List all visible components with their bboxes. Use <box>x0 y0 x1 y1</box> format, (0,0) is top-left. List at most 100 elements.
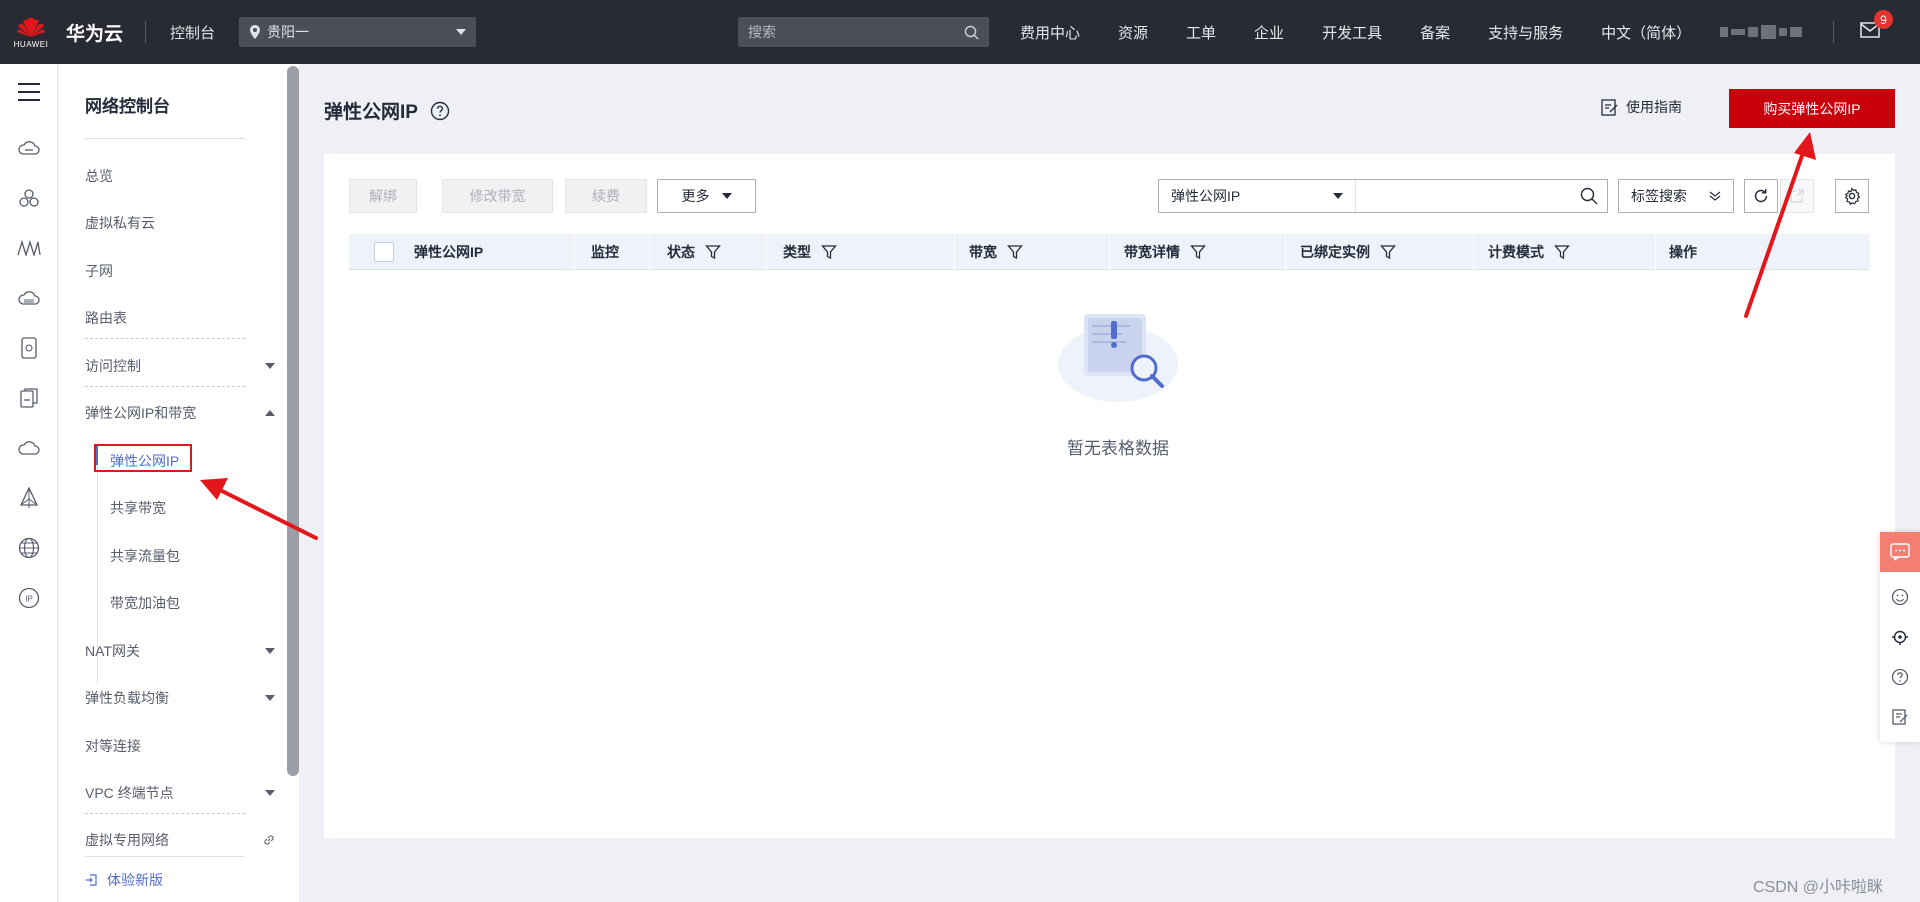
cluster-icon[interactable] <box>15 184 43 212</box>
console-link[interactable]: 控制台 <box>170 22 215 43</box>
select-all-checkbox[interactable] <box>374 242 394 262</box>
sidenav-item-label: 路由表 <box>85 310 127 326</box>
nav-tickets[interactable]: 工单 <box>1186 22 1216 43</box>
filter-funnel-icon[interactable] <box>1380 244 1396 260</box>
column-bandwidth-details: 带宽详情 <box>1124 234 1206 270</box>
cloud-icon[interactable] <box>15 434 43 462</box>
nav-support[interactable]: 支持与服务 <box>1488 22 1563 43</box>
subnav-item-shared-bandwidth[interactable]: 共享带宽 <box>110 498 166 518</box>
region-selector[interactable]: 贵阳一 <box>239 17 477 47</box>
sidenav-item-peering[interactable]: 对等连接 <box>85 736 275 756</box>
customer-service-icon[interactable] <box>1880 617 1920 657</box>
filter-funnel-icon[interactable] <box>821 244 837 260</box>
caret-down-icon <box>265 648 275 654</box>
sidenav-item-nat-gateway[interactable]: NAT网关 <box>85 641 275 661</box>
page-title-text: 弹性公网IP <box>324 102 418 123</box>
globe-icon[interactable] <box>15 534 43 562</box>
nav-billing-center[interactable]: 费用中心 <box>1020 22 1080 43</box>
chat-icon[interactable] <box>1880 532 1920 572</box>
nav-icp[interactable]: 备案 <box>1420 22 1450 43</box>
sidenav-item-label: 子网 <box>85 263 113 279</box>
sidenav-item-eip-bandwidth[interactable]: 弹性公网IP和带宽 <box>85 403 275 423</box>
nav-enterprise[interactable]: 企业 <box>1254 22 1284 43</box>
logo-text: HUAWEI <box>13 39 49 49</box>
unbind-button[interactable]: 解绑 <box>349 179 417 213</box>
settings-button[interactable] <box>1835 179 1869 213</box>
caret-up-icon <box>265 410 275 416</box>
search-icon[interactable] <box>1571 187 1607 205</box>
huawei-logo[interactable]: HUAWEI <box>0 0 62 64</box>
subnav-item-shared-data-package[interactable]: 共享流量包 <box>110 546 180 566</box>
renew-button[interactable]: 续费 <box>565 179 647 213</box>
notes-edit-icon[interactable] <box>1880 697 1920 737</box>
feedback-smile-icon[interactable] <box>1880 577 1920 617</box>
column-header-label: 监控 <box>591 244 619 260</box>
column-separator <box>1473 234 1474 270</box>
filter-funnel-icon[interactable] <box>705 244 721 260</box>
sidenav-item-overview[interactable]: 总览 <box>85 166 275 186</box>
sidenav-item-access-control[interactable]: 访问控制 <box>85 356 275 376</box>
try-new-version-label: 体验新版 <box>107 872 163 888</box>
sidenav-item-subnet[interactable]: 子网 <box>85 261 275 281</box>
network-icon[interactable] <box>15 484 43 512</box>
floating-service-bar <box>1880 532 1920 742</box>
help-circle-icon[interactable] <box>1880 657 1920 697</box>
user-guide-link[interactable]: 使用指南 <box>1601 97 1682 117</box>
switch-icon <box>86 874 97 886</box>
cloud-storage-icon[interactable] <box>15 284 43 312</box>
try-new-version-link[interactable]: 体验新版 <box>85 870 163 890</box>
sidenav-item-label: 弹性负载均衡 <box>85 690 169 706</box>
sidenav-item-elb[interactable]: 弹性负载均衡 <box>85 688 275 708</box>
buy-eip-button[interactable]: 购买弹性公网IP <box>1729 89 1895 128</box>
filter-funnel-icon[interactable] <box>1007 244 1023 260</box>
sidenav-item-label: 虚拟私有云 <box>85 215 155 231</box>
sidenav-item-route-table[interactable]: 路由表 <box>85 308 275 328</box>
nav-language[interactable]: 中文（简体） <box>1601 22 1691 43</box>
ip-icon[interactable]: IP <box>15 584 43 612</box>
modify-bandwidth-button[interactable]: 修改带宽 <box>442 179 553 213</box>
network-console-sidenav: 网络控制台 总览 虚拟私有云 子网 路由表 访问控制 弹性公网IP和带宽 弹性公… <box>59 64 299 902</box>
menu-icon[interactable] <box>15 78 43 106</box>
caret-down-icon <box>265 695 275 701</box>
help-circle-icon[interactable] <box>430 101 450 121</box>
document-icon[interactable] <box>15 384 43 412</box>
username-blurred[interactable] <box>1720 24 1802 40</box>
nav-dev-tools[interactable]: 开发工具 <box>1322 22 1382 43</box>
column-bandwidth: 带宽 <box>969 234 1023 270</box>
column-separator <box>649 234 650 270</box>
empty-state: 暂无表格数据 <box>1048 304 1188 459</box>
caret-down-icon <box>265 363 275 369</box>
sidenav-item-vpc-endpoint[interactable]: VPC 终端节点 <box>85 783 275 803</box>
cloud-server-icon[interactable] <box>15 134 43 162</box>
column-separator <box>574 234 575 270</box>
divider <box>145 21 147 43</box>
global-search-input[interactable]: 搜索 <box>738 17 989 47</box>
filter-search-input[interactable] <box>1356 180 1571 212</box>
sidenav-scrollbar[interactable] <box>287 66 299 776</box>
tag-search-button[interactable]: 标签搜索 <box>1618 179 1734 213</box>
eip-list-panel: 解绑 修改带宽 续费 更多 弹性公网IP 标签搜索 弹性公网IP 监控 状态 类… <box>324 154 1895 838</box>
column-header-label: 计费模式 <box>1488 244 1544 260</box>
nav-resources[interactable]: 资源 <box>1118 22 1148 43</box>
search-icon[interactable] <box>964 25 979 40</box>
brand-name[interactable]: 华为云 <box>66 19 123 46</box>
message-count-badge: 9 <box>1874 10 1893 29</box>
filter-funnel-icon[interactable] <box>1190 244 1206 260</box>
refresh-button[interactable] <box>1744 179 1778 213</box>
filter-attribute-select[interactable]: 弹性公网IP <box>1159 180 1356 212</box>
more-label: 更多 <box>681 188 710 204</box>
export-button[interactable] <box>1780 179 1814 213</box>
subnav-item-bandwidth-addon[interactable]: 带宽加油包 <box>110 593 180 613</box>
bandwidth-icon[interactable] <box>15 234 43 262</box>
column-header-label: 带宽详情 <box>1124 244 1180 260</box>
column-header-label: 弹性公网IP <box>414 244 484 260</box>
database-icon[interactable] <box>15 334 43 362</box>
sidenav-item-vpc[interactable]: 虚拟私有云 <box>85 213 275 233</box>
sidenav-item-label: 访问控制 <box>85 358 141 374</box>
filter-funnel-icon[interactable] <box>1554 244 1570 260</box>
watermark: CSDN @小咔啦眯 <box>1753 879 1884 896</box>
svg-text:IP: IP <box>25 595 33 604</box>
sidenav-item-vpn[interactable]: 虚拟专用网络 <box>85 830 275 850</box>
sidenav-item-label: 对等连接 <box>85 738 141 754</box>
more-button[interactable]: 更多 <box>657 179 756 213</box>
